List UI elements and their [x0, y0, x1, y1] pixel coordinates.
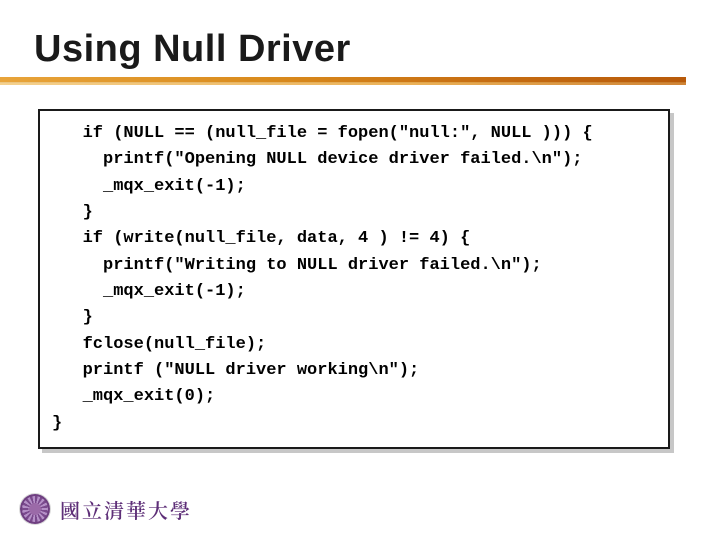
slide: Using Null Driver if (NULL == (null_file…: [0, 0, 720, 540]
slide-title: Using Null Driver: [34, 28, 686, 71]
university-name: 國立清華大學: [60, 495, 192, 524]
code-block: if (NULL == (null_file = fopen("null:", …: [52, 121, 656, 437]
footer: 國立清華大學: [20, 494, 192, 524]
university-emblem-icon: [20, 494, 50, 524]
title-underline: [34, 77, 686, 89]
code-box: if (NULL == (null_file = fopen("null:", …: [38, 109, 670, 449]
